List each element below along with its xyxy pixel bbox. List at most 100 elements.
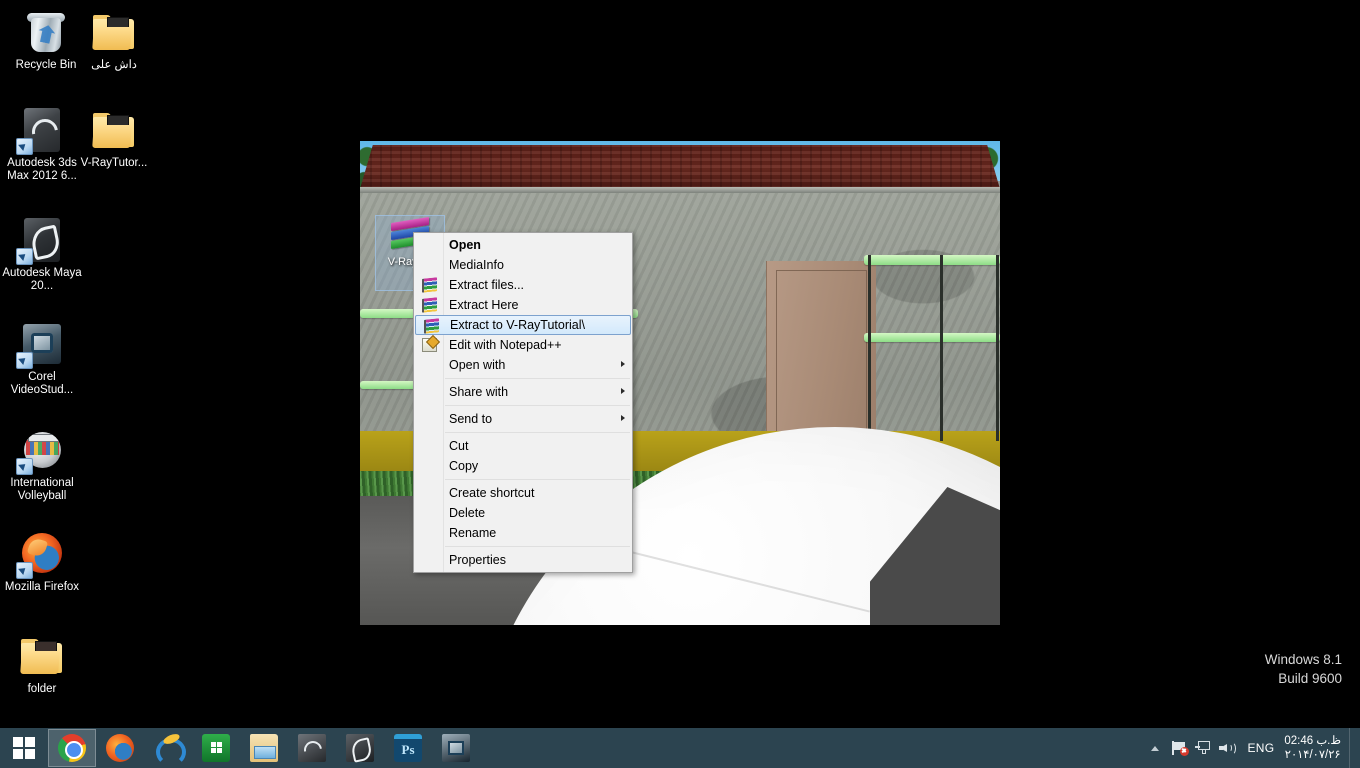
action-center-flag-icon[interactable] — [1167, 728, 1191, 768]
context-menu-item-copy[interactable]: Copy — [414, 456, 632, 476]
desktop-icon-label: V-RayTutor... — [80, 157, 148, 169]
scene-ball-dark-panel — [870, 487, 1000, 625]
winrar-icon — [424, 318, 439, 334]
context-menu-item-cut[interactable]: Cut — [414, 436, 632, 456]
context-menu-item-send-to[interactable]: Send to — [414, 409, 632, 429]
scene-door — [766, 261, 876, 451]
context-menu[interactable]: Open MediaInfo Extract files... Extract … — [413, 232, 633, 573]
start-button[interactable] — [0, 728, 48, 768]
taskbar[interactable]: Ps ENG 02:46 ظ.ب ۲۰۱۴/۰۷/۲۶ — [0, 728, 1360, 768]
taskbar-explorer[interactable] — [240, 729, 288, 767]
menu-item-label: Cut — [449, 439, 469, 453]
context-menu-separator — [445, 432, 630, 433]
autodesk-maya-icon — [16, 216, 66, 265]
menu-item-label: Edit with Notepad++ — [449, 338, 562, 352]
volume-icon[interactable] — [1215, 728, 1239, 768]
shortcut-overlay-icon — [16, 562, 33, 579]
clock[interactable]: 02:46 ظ.ب ۲۰۱۴/۰۷/۲۶ — [1282, 734, 1349, 762]
menu-item-label: MediaInfo — [449, 258, 504, 272]
taskbar-corel[interactable] — [432, 729, 480, 767]
taskbar-firefox[interactable] — [96, 729, 144, 767]
photoshop-icon: Ps — [394, 734, 422, 762]
context-menu-separator — [445, 546, 630, 547]
context-menu-item-extract-here[interactable]: Extract Here — [414, 295, 632, 315]
windows-store-icon — [202, 734, 230, 762]
taskbar-items: Ps — [48, 728, 480, 768]
menu-item-label: Create shortcut — [449, 486, 535, 500]
context-menu-item-rename[interactable]: Rename — [414, 523, 632, 543]
file-explorer-icon — [250, 734, 278, 762]
context-menu-item-share-with[interactable]: Share with — [414, 382, 632, 402]
taskbar-photoshop[interactable]: Ps — [384, 729, 432, 767]
taskbar-chrome[interactable] — [48, 729, 96, 767]
watermark-line-1: Windows 8.1 — [1264, 652, 1342, 667]
shortcut-overlay-icon — [16, 458, 33, 475]
taskbar-3dsmax[interactable] — [288, 729, 336, 767]
scene-fence-rail — [864, 255, 1000, 265]
desktop-icon-folder[interactable]: folder — [0, 632, 84, 696]
context-menu-item-open-with[interactable]: Open with — [414, 355, 632, 375]
menu-item-label: Share with — [449, 385, 509, 399]
submenu-arrow-icon — [621, 361, 625, 367]
clock-time: 02:46 ظ.ب — [1284, 735, 1341, 747]
show-desktop-button[interactable] — [1349, 728, 1356, 768]
menu-item-label: Extract to V-RayTutorial\ — [450, 318, 585, 332]
winrar-icon — [422, 297, 437, 313]
desktop-icon-dash-ali-folder[interactable]: داش على — [72, 8, 156, 72]
desktop-icon-label: Mozilla Firefox — [4, 581, 80, 593]
winrar-icon — [422, 277, 437, 293]
desktop-icon-international-volleyball[interactable]: International Volleyball — [0, 426, 84, 503]
context-menu-separator — [445, 405, 630, 406]
menu-item-label: Open — [449, 238, 481, 252]
windows-activation-watermark: Windows 8.1 Build 9600 — [1265, 650, 1342, 688]
context-menu-item-properties[interactable]: Properties — [414, 550, 632, 570]
context-menu-item-delete[interactable]: Delete — [414, 503, 632, 523]
taskbar-store[interactable] — [192, 729, 240, 767]
folder-icon — [18, 632, 66, 680]
network-icon[interactable] — [1191, 728, 1215, 768]
context-menu-item-extract-to-folder[interactable]: Extract to V-RayTutorial\ — [415, 315, 631, 335]
menu-item-label: Send to — [449, 412, 493, 426]
context-menu-item-mediainfo[interactable]: MediaInfo — [414, 255, 632, 275]
scene-fence-rail — [864, 333, 1000, 342]
volleyball-game-icon — [16, 426, 66, 475]
desktop-icon-mozilla-firefox[interactable]: Mozilla Firefox — [0, 530, 84, 594]
internet-explorer-icon — [154, 734, 186, 766]
shortcut-overlay-icon — [16, 248, 33, 265]
language-indicator[interactable]: ENG — [1239, 728, 1282, 768]
recycle-bin-icon — [22, 8, 70, 56]
shortcut-overlay-icon — [16, 352, 33, 369]
submenu-arrow-icon — [621, 415, 625, 421]
scene-fence-post — [996, 255, 999, 441]
firefox-icon — [106, 734, 134, 762]
shortcut-overlay-icon — [16, 138, 33, 155]
desktop-icon-label: folder — [27, 683, 57, 695]
notepad-plus-plus-icon — [422, 338, 437, 352]
scene-fence-post — [868, 255, 871, 441]
autodesk-maya-icon — [346, 734, 374, 762]
context-menu-item-extract-files[interactable]: Extract files... — [414, 275, 632, 295]
autodesk-3ds-max-icon — [298, 734, 326, 762]
desktop-icon-corel-videostudio[interactable]: Corel VideoStud... — [0, 320, 84, 397]
taskbar-ie[interactable] — [144, 729, 192, 767]
desktop-icon-label: داش على — [91, 59, 137, 71]
system-tray: ENG 02:46 ظ.ب ۲۰۱۴/۰۷/۲۶ — [1143, 728, 1360, 768]
desktop-icon-label: International Volleyball — [10, 477, 74, 502]
taskbar-maya[interactable] — [336, 729, 384, 767]
menu-item-label: Extract Here — [449, 298, 519, 312]
show-hidden-icons-chevron-icon[interactable] — [1143, 728, 1167, 768]
context-menu-separator — [445, 479, 630, 480]
desktop-root[interactable]: Recycle Bin داش على Autodesk 3ds Max 201… — [0, 0, 1360, 768]
submenu-arrow-icon — [621, 388, 625, 394]
desktop-icon-maya[interactable]: Autodesk Maya 20... — [0, 216, 84, 293]
corel-videostudio-icon — [442, 734, 470, 762]
menu-item-label: Delete — [449, 506, 486, 520]
context-menu-item-edit-with-notepadpp[interactable]: Edit with Notepad++ — [414, 335, 632, 355]
desktop-icon-label: Autodesk Maya 20... — [2, 267, 82, 292]
firefox-icon — [16, 530, 66, 579]
menu-item-label: Properties — [449, 553, 506, 567]
context-menu-item-open[interactable]: Open — [414, 235, 632, 255]
desktop-icon-vray-tutorial-folder[interactable]: V-RayTutor... — [72, 106, 156, 170]
context-menu-item-create-shortcut[interactable]: Create shortcut — [414, 483, 632, 503]
watermark-line-2: Build 9600 — [1278, 671, 1342, 686]
